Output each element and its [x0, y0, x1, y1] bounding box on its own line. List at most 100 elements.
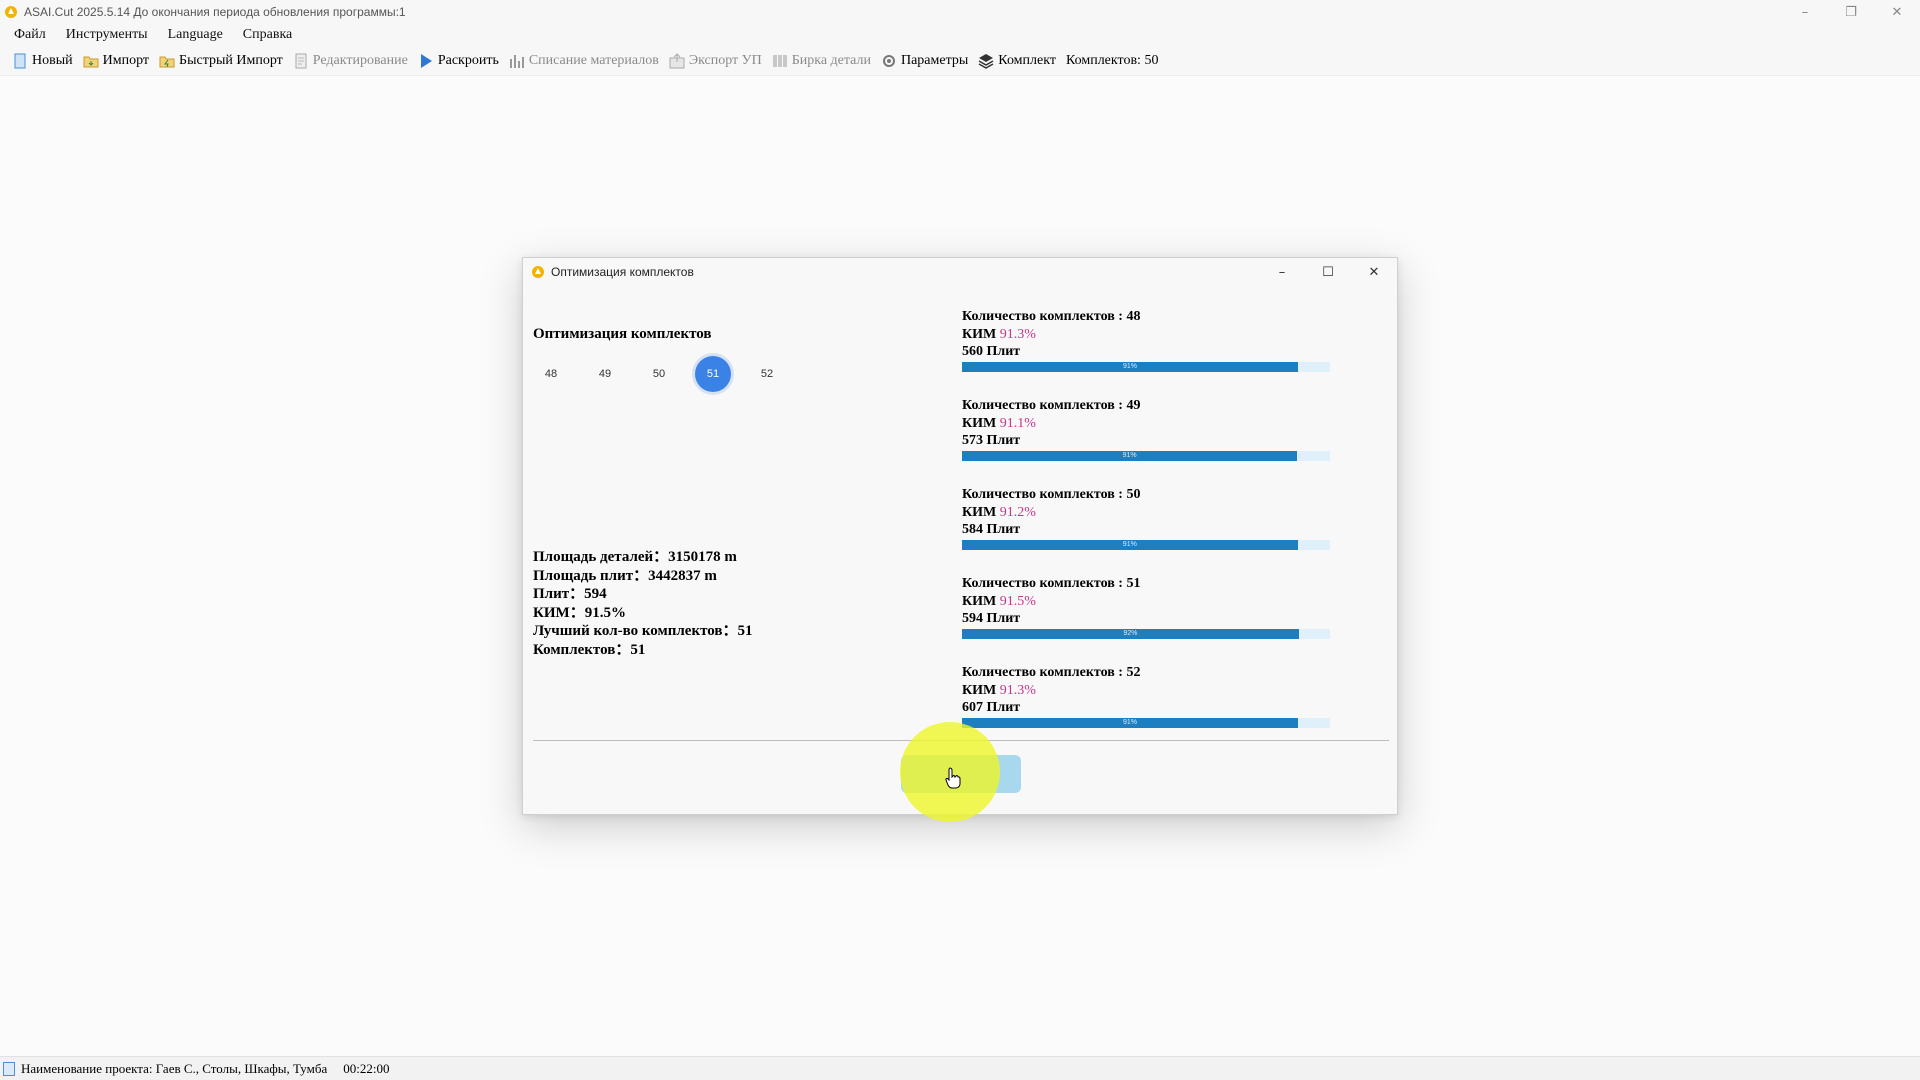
write-off-button[interactable]: Списание материалов — [509, 53, 659, 69]
import-button-label: Импорт — [102, 52, 150, 68]
dialog-titlebar: Оптимизация комплектов – ☐ ✕ — [523, 258, 1397, 286]
best-kits: Лучший кол-во комплектов：51 — [533, 623, 753, 639]
dialog-logo-icon — [532, 266, 544, 278]
materials-chart-icon — [509, 54, 524, 68]
result-kim-label: КИМ — [962, 504, 997, 520]
result-sheets: 584 Плит — [962, 522, 1021, 537]
result-kim: КИМ 91.1% — [962, 415, 1342, 433]
edit-button-label: Редактирование — [312, 52, 408, 68]
result-kim: КИМ 91.3% — [962, 682, 1342, 700]
toolbar: Новый Импорт Быстрый Импорт Редактирован… — [0, 46, 1920, 76]
result-sheets: 573 Плит — [962, 433, 1021, 448]
result-count: Количество комплектов : 52 — [962, 665, 1141, 680]
cut-button[interactable]: Раскроить — [418, 53, 499, 69]
folder-quick-import-icon — [159, 56, 175, 67]
result-item: Количество комплектов : 49 КИМ 91.1% 573… — [962, 397, 1342, 486]
kit-button-label: Комплект — [998, 52, 1056, 68]
result-kim-value: 91.3% — [999, 682, 1036, 698]
menu-help[interactable]: Справка — [243, 27, 292, 43]
project-name: Наименование проекта: Гаев С., Столы, Шк… — [21, 1060, 328, 1076]
kit-button[interactable]: Комплект — [978, 53, 1056, 69]
result-kim-value: 91.3% — [999, 326, 1036, 342]
layers-icon — [978, 53, 994, 69]
hand-cursor-icon — [945, 767, 961, 789]
result-count: Количество комплектов : 49 — [962, 398, 1141, 413]
close-button[interactable]: ✕ — [1874, 0, 1920, 24]
result-kim-value: 91.2% — [999, 504, 1036, 520]
project-file-icon — [3, 1061, 15, 1076]
part-label-button-label: Бирка детали — [791, 52, 871, 68]
result-kim-value: 91.5% — [999, 593, 1036, 609]
menu-file[interactable]: Файл — [14, 27, 46, 43]
play-icon — [420, 53, 432, 68]
page-48-button[interactable]: 48 — [533, 356, 569, 392]
quick-import-button-label: Быстрый Импорт — [179, 52, 283, 68]
result-progress-bar: 91% — [962, 717, 1330, 728]
dialog-minimize-button[interactable]: – — [1259, 258, 1305, 286]
barcode-icon — [773, 54, 787, 67]
folder-import-icon — [83, 56, 99, 67]
parameters-button[interactable]: Параметры — [881, 53, 968, 69]
result-kim: КИМ 91.2% — [962, 504, 1342, 522]
parameters-button-label: Параметры — [900, 52, 969, 68]
dialog-heading: Оптимизация комплектов — [533, 326, 712, 342]
result-kim-label: КИМ — [962, 326, 997, 342]
result-progress-bar: 91% — [962, 539, 1330, 550]
page-51-button[interactable]: 51 — [695, 356, 731, 392]
export-button-label: Экспорт УП — [688, 52, 762, 68]
result-sheets: 560 Плит — [962, 344, 1021, 359]
dialog-controls: – ☐ ✕ — [1259, 258, 1397, 286]
result-kim-label: КИМ — [962, 415, 997, 431]
result-count: Количество комплектов : 51 — [962, 576, 1141, 591]
result-progress-bar: 91% — [962, 450, 1330, 461]
result-item: Количество комплектов : 50 КИМ 91.2% 584… — [962, 486, 1342, 575]
kits-count: Комплектов: 50 — [1065, 52, 1159, 68]
dialog-maximize-button[interactable]: ☐ — [1305, 258, 1351, 286]
gear-icon — [882, 54, 895, 67]
result-progress-text: 91% — [1122, 540, 1137, 548]
result-kim: КИМ 91.3% — [962, 326, 1342, 344]
result-progress-bar: 92% — [962, 628, 1330, 639]
result-progress-text: 91% — [1122, 362, 1137, 370]
result-count: Количество комплектов : 50 — [962, 487, 1141, 502]
window-controls: – ❐ ✕ — [1782, 0, 1920, 24]
dialog-close-button[interactable]: ✕ — [1351, 258, 1397, 286]
edit-button[interactable]: Редактирование — [293, 53, 408, 69]
window-title: ASAI.Cut 2025.5.14 До окончания периода … — [24, 5, 406, 19]
window-titlebar: ASAI.Cut 2025.5.14 До окончания периода … — [0, 0, 1920, 24]
new-button-label: Новый — [32, 52, 73, 68]
quick-import-button[interactable]: Быстрый Импорт — [159, 53, 283, 69]
result-progress-text: 91% — [1122, 718, 1137, 726]
cut-button-label: Раскроить — [437, 52, 499, 68]
details-area: Площадь деталей：3150178 m — [533, 549, 737, 565]
sheets-area: Площадь плит：3442837 m — [533, 567, 717, 584]
part-label-button[interactable]: Бирка детали — [772, 53, 871, 69]
dialog-title: Оптимизация комплектов — [551, 265, 694, 279]
restore-button[interactable]: ❐ — [1828, 0, 1874, 24]
results-list: Количество комплектов : 48 КИМ 91.3% 560… — [962, 308, 1342, 753]
page-50-button[interactable]: 50 — [641, 356, 677, 392]
export-button[interactable]: Экспорт УП — [669, 53, 762, 69]
result-item: Количество комплектов : 48 КИМ 91.3% 560… — [962, 308, 1342, 397]
kit-count-pager: 48 49 50 51 52 — [533, 356, 803, 392]
menu-tools[interactable]: Инструменты — [66, 27, 148, 43]
page-52-button[interactable]: 52 — [749, 356, 785, 392]
result-progress-bar: 91% — [962, 361, 1330, 372]
optimization-summary: Площадь деталей：3150178 m Площадь плит：3… — [533, 548, 753, 659]
write-off-button-label: Списание материалов — [528, 52, 659, 68]
new-button[interactable]: Новый — [12, 53, 73, 69]
kim-value: КИМ：91.5% — [533, 604, 626, 621]
result-progress-text: 91% — [1122, 451, 1137, 459]
result-kim-value: 91.1% — [999, 415, 1036, 431]
result-progress-text: 92% — [1123, 629, 1138, 637]
result-item: Количество комплектов : 51 КИМ 91.5% 594… — [962, 575, 1342, 664]
result-count: Количество комплектов : 48 — [962, 309, 1141, 324]
page-49-button[interactable]: 49 — [587, 356, 623, 392]
import-button[interactable]: Импорт — [83, 53, 149, 69]
kits-total: Комплектов：51 — [533, 641, 646, 658]
menu-language[interactable]: Language — [168, 27, 223, 43]
result-kim-label: КИМ — [962, 682, 997, 698]
minimize-button[interactable]: – — [1782, 0, 1828, 24]
menu-bar: Файл Инструменты Language Справка — [0, 24, 1920, 46]
edit-document-icon — [295, 53, 307, 68]
